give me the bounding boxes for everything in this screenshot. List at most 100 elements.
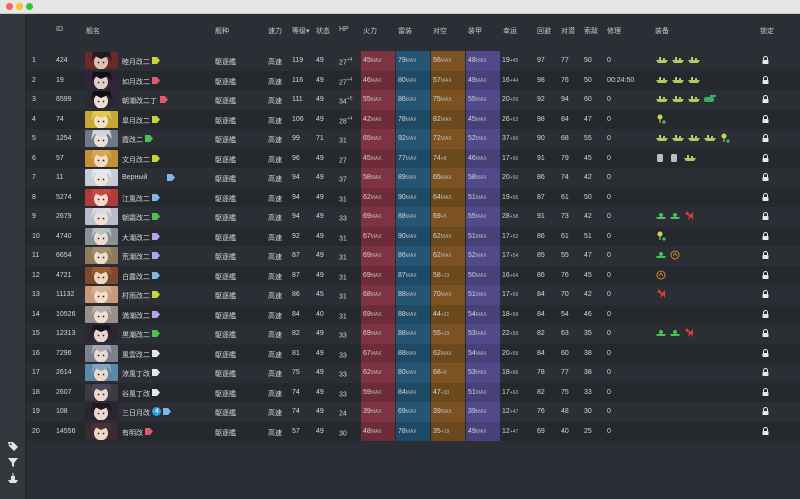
header-armor[interactable]: 装甲 bbox=[468, 26, 482, 36]
cell-type-value: 駆逐艦 bbox=[215, 195, 236, 203]
tag-icon[interactable] bbox=[152, 115, 161, 123]
header-speed[interactable]: 速力 bbox=[268, 26, 282, 36]
lock-icon[interactable] bbox=[762, 368, 769, 376]
table-row[interactable]: 8 5274 江風改二 駆逐艦 高速 94 49 31 62MAX 90MAX 64MAX 51MAX… bbox=[26, 187, 800, 207]
minimize-window-button[interactable] bbox=[16, 3, 23, 10]
header-hp[interactable]: HP bbox=[339, 26, 349, 33]
header-lock[interactable]: 锁定 bbox=[760, 26, 774, 36]
cell-aa: 47+33 bbox=[433, 389, 449, 396]
lock-icon[interactable] bbox=[762, 153, 769, 162]
lock-icon[interactable] bbox=[762, 134, 769, 142]
table-row[interactable]: 20 14556 有明改 駆逐艦 高速 57 49 30 48MAX 78MAX 35+19 49MA… bbox=[26, 421, 800, 441]
tag-icon[interactable] bbox=[7, 440, 19, 452]
cell-los-value: 45 bbox=[584, 154, 592, 162]
header-asw[interactable]: 对潜 bbox=[561, 26, 575, 36]
table-row[interactable]: 18 2607 谷風丁改 駆逐艦 高速 74 49 33 59MAX 84MAX 47+33 51MA… bbox=[26, 382, 800, 402]
tag-icon[interactable] bbox=[152, 291, 161, 298]
cell-status-value: 49 bbox=[316, 408, 324, 415]
header-repair[interactable]: 修理 bbox=[607, 26, 621, 36]
table-row[interactable]: 10 4740 大潮改二 駆逐艦 高速 92 49 31 67MAX 90MAX 62MAX 51MA… bbox=[26, 226, 800, 246]
header-level[interactable]: 等级▾ bbox=[292, 26, 310, 36]
header-type[interactable]: 舰种 bbox=[215, 26, 229, 36]
lock-icon[interactable] bbox=[762, 348, 769, 357]
tag-icon[interactable] bbox=[145, 135, 154, 142]
table-row[interactable]: 5 1254 霞改二 駆逐艦 高速 99 71 31 65MAX 92MAX 72MAX 52MAX 3… bbox=[26, 129, 800, 149]
table-row[interactable]: 17 2614 涼風丁改 駆逐艦 高速 75 49 33 62MAX 80MAX 68+8 53MAX… bbox=[26, 363, 800, 383]
lock-icon[interactable] bbox=[762, 192, 769, 201]
table-row[interactable]: 7 11 Верный 駆逐艦 高速 94 49 37 58MAX 89MAX 65MAX 58MAX… bbox=[26, 168, 800, 188]
tag-icon[interactable] bbox=[163, 408, 172, 415]
cell-luck-value: 17 bbox=[502, 232, 510, 240]
fleet-icon[interactable] bbox=[7, 472, 19, 484]
tag-icon[interactable] bbox=[152, 349, 161, 357]
lock-icon[interactable] bbox=[762, 75, 769, 84]
cell-ar-value: 51 bbox=[468, 388, 476, 396]
cell-asw: 68 bbox=[561, 135, 569, 142]
tag-icon[interactable] bbox=[152, 213, 161, 220]
lock-icon[interactable] bbox=[762, 387, 769, 396]
table-row[interactable]: 3 6599 朝潮改二丁 駆逐艦 高速 111 49 34+5 55MAX 86MAX 75MAX 5… bbox=[26, 90, 800, 110]
table-row[interactable]: 9 2679 朝霜改二 駆逐艦 高速 94 49 33 69MAX 88MAX 69+5 55MAX 2… bbox=[26, 207, 800, 227]
lock-icon[interactable] bbox=[762, 407, 769, 415]
tag-icon[interactable] bbox=[145, 427, 154, 435]
table-row[interactable]: 1 424 睦月改二 駆逐艦 高速 119 49 27+4 45MAX 79MAX 56MAX 48M… bbox=[26, 51, 800, 71]
header-evasion[interactable]: 回避 bbox=[537, 26, 551, 36]
table-row[interactable]: 6 57 文月改二 駆逐艦 高速 96 49 27 45MAX 77MAX 74+8 46MAX 17+… bbox=[26, 148, 800, 168]
header-luck[interactable]: 幸运 bbox=[503, 26, 517, 36]
lock-icon[interactable] bbox=[762, 212, 769, 220]
table-row[interactable]: 12 4721 白露改二 駆逐艦 高速 87 49 31 69MAX 87MAX 58+13 50MA… bbox=[26, 265, 800, 285]
cell-repair-value: 0 bbox=[607, 388, 611, 396]
table-row[interactable]: 2 19 如月改二 駆逐艦 高速 116 49 27+4 46MAX 80MAX 57MAX 49MA… bbox=[26, 70, 800, 90]
tag-icon[interactable] bbox=[152, 369, 161, 376]
header-id[interactable]: ID bbox=[56, 26, 63, 33]
lock-icon[interactable] bbox=[762, 426, 769, 435]
table-row[interactable]: 4 74 皐月改二 駆逐艦 高速 106 49 28+4 42MAX 78MAX 82MAX 45MA… bbox=[26, 109, 800, 129]
table-row[interactable]: 13 11132 村雨改二 駆逐艦 高速 86 45 31 68MAX 88MAX 70MAX 51M… bbox=[26, 285, 800, 305]
lock-icon[interactable] bbox=[762, 251, 769, 259]
tag-icon[interactable] bbox=[152, 271, 161, 279]
header-name[interactable]: 舰名 bbox=[86, 26, 100, 36]
lock-icon[interactable] bbox=[762, 173, 769, 181]
maximize-window-button[interactable] bbox=[26, 3, 33, 10]
tag-icon[interactable] bbox=[152, 76, 161, 84]
lock-icon[interactable] bbox=[762, 95, 769, 103]
cell-no: 12 bbox=[32, 272, 40, 279]
tag-icon[interactable] bbox=[152, 154, 161, 162]
lock-icon[interactable] bbox=[762, 56, 769, 64]
header-equipment[interactable]: 装备 bbox=[655, 26, 669, 36]
table-row[interactable]: 19 108 三日月改 4 駆逐艦 高速 74 49 24 39MAX 69MAX 39MAX 39MA… bbox=[26, 402, 800, 422]
tag-icon[interactable] bbox=[152, 57, 161, 64]
cell-no: 13 bbox=[32, 291, 40, 298]
header-los[interactable]: 索敌 bbox=[584, 26, 598, 36]
lock-icon[interactable] bbox=[762, 309, 769, 318]
lock-icon[interactable] bbox=[762, 290, 769, 298]
cell-repair-value: 0 bbox=[607, 369, 611, 376]
cell-status-value: 49 bbox=[316, 349, 324, 357]
header-firepower[interactable]: 火力 bbox=[363, 26, 377, 36]
tag-icon[interactable] bbox=[152, 193, 161, 201]
tag-icon[interactable] bbox=[152, 232, 161, 240]
table-row[interactable]: 14 10526 満潮改二 駆逐艦 高速 84 40 31 69MAX 88MAX 44+21 54M… bbox=[26, 304, 800, 324]
tag-icon[interactable] bbox=[152, 330, 161, 337]
tag-icon[interactable] bbox=[166, 174, 175, 181]
tag-icon[interactable] bbox=[152, 310, 161, 318]
header-torpedo[interactable]: 雷装 bbox=[398, 26, 412, 36]
table-row[interactable]: 11 6654 荒潮改二 駆逐艦 高速 87 49 31 69MAX 86MAX 62MAX 52MA… bbox=[26, 246, 800, 266]
tag-icon[interactable] bbox=[152, 252, 161, 259]
filter-icon[interactable] bbox=[7, 456, 19, 468]
cell-status: 49 bbox=[316, 194, 324, 201]
lock-icon[interactable] bbox=[762, 114, 769, 123]
table-row[interactable]: 16 7296 風雲改二 駆逐艦 高速 81 49 33 67MAX 88MAX 62MAX 54MA… bbox=[26, 343, 800, 363]
lock-icon[interactable] bbox=[762, 270, 769, 279]
header-status[interactable]: 状态 bbox=[316, 26, 330, 36]
lock-icon[interactable] bbox=[762, 329, 769, 337]
header-aa[interactable]: 对空 bbox=[433, 26, 447, 36]
close-window-button[interactable] bbox=[6, 3, 13, 10]
lock-icon[interactable] bbox=[762, 231, 769, 240]
cell-fp: 58MAX bbox=[363, 174, 382, 181]
table-row[interactable]: 15 12313 黒潮改二 駆逐艦 高速 82 49 33 69MAX 88MAX 55+19 53M… bbox=[26, 324, 800, 344]
tag-icon[interactable] bbox=[152, 388, 161, 396]
tag-icon[interactable] bbox=[159, 96, 168, 103]
cell-luck: 20+59 bbox=[502, 96, 518, 103]
cell-hp-value: 24 bbox=[339, 410, 347, 418]
